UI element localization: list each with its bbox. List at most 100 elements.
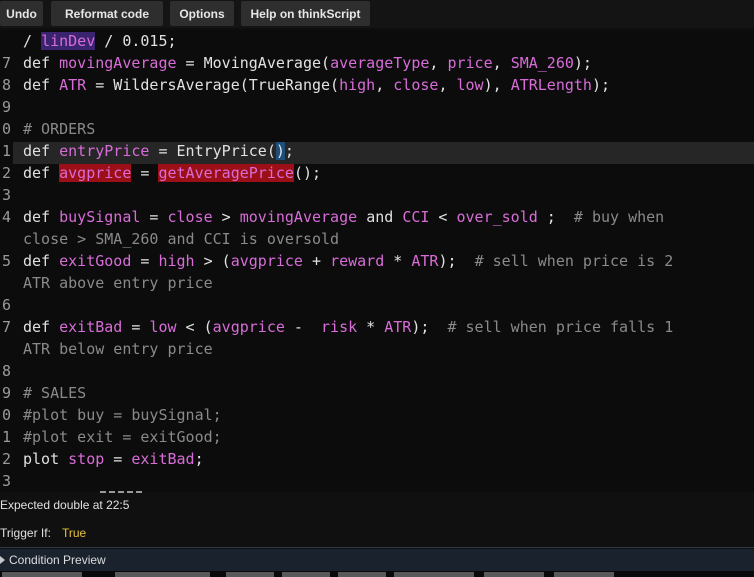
code-token: = WildersAverage(TrueRange( [86,76,340,94]
code-editor[interactable]: 7 8 9 0 1 2 3 4 5 6 7 8 9 0 1 2 3 / linD… [0,30,754,492]
identifier: high [158,252,195,270]
code-token: (); [293,164,322,182]
preview-text-fragment [2,572,82,577]
code-comment: # ORDERS [23,120,96,138]
line-number: 0 [1,406,11,424]
condition-preview-header[interactable]: Condition Preview [0,549,754,571]
identifier: price [447,54,493,72]
code-token: / 0.015; [95,32,177,50]
code-line: def movingAverage = MovingAverage(averag… [23,54,592,72]
identifier: stop [68,450,105,468]
keyword: def [23,164,51,182]
identifier: entryPrice [59,142,150,160]
line-number: 4 [1,208,11,226]
code-line: def ATR = WildersAverage(TrueRange(high,… [23,76,611,94]
keyword: def [23,76,51,94]
line-number: 5 [1,252,11,270]
line-number: 6 [1,296,11,314]
line-number: 0 [1,120,11,138]
keyword: and [366,208,394,226]
line-number: 9 [1,384,11,402]
code-comment: ATR above entry price [23,274,213,292]
preview-text-fragment [226,572,274,577]
preview-text-fragment [282,572,330,577]
line-number: 2 [1,450,11,468]
identifier: low [149,318,177,336]
line-number-gutter: 7 8 9 0 1 2 3 4 5 6 7 8 9 0 1 2 3 [0,30,13,492]
preview-text-fragment [115,572,210,577]
identifier: avgprice [212,318,285,336]
preview-text-fragment [484,572,544,577]
line-number: 7 [1,54,11,72]
line-number: 3 [1,472,11,490]
identifier: over_sold [456,208,538,226]
preview-text-fragment [554,572,614,577]
line-number [0,340,11,362]
identifier: ATR [411,252,439,270]
keyword: def [23,318,51,336]
identifier: buySignal [59,208,141,226]
line-number: 8 [1,362,11,380]
reformat-code-button[interactable]: Reformat code [51,1,163,26]
code-comment: # SALES [23,384,87,402]
line-number: 9 [1,98,11,116]
code-token: ; [194,450,204,468]
code-line: def exitGood = high > (avgprice + reward… [23,252,674,270]
undo-button[interactable]: Undo [0,1,43,26]
options-button[interactable]: Options [170,1,234,26]
editor-toolbar: Undo Reformat code Options Help on think… [0,0,754,28]
preview-text-fragment [394,572,474,577]
highlighted-identifier: linDev [41,32,96,50]
trigger-if-value[interactable]: True [62,526,86,540]
identifier: low [456,76,484,94]
code-line: def buySignal = close > movingAverage an… [23,208,665,226]
keyword: def [23,208,51,226]
code-token: = EntryPrice( [149,142,276,160]
keyword: def [23,54,51,72]
identifier: ATR [59,76,87,94]
line-number: 8 [1,76,11,94]
identifier: ATR [384,318,412,336]
code-token: = [131,164,159,182]
line-number: 1 [1,142,11,160]
expand-triangle-icon[interactable] [0,556,5,564]
identifier: close [393,76,439,94]
code-token: ); [591,76,611,94]
line-number: 3 [1,186,11,204]
code-line: def avgprice = getAveragePrice(); [23,164,321,186]
code-token: = MovingAverage( [176,54,331,72]
code-line: / linDev / 0.015; [23,32,177,54]
code-token: ); [573,54,592,72]
keyword: def [23,142,51,160]
code-token: / [23,32,42,50]
identifier: SMA_260 [510,54,574,72]
identifier: movingAverage [239,208,358,226]
keyword: def [23,252,51,270]
identifier: movingAverage [59,54,177,72]
line-number [0,230,11,252]
line-number: 7 [1,318,11,336]
code-comment: ATR below entry price [23,340,213,358]
code-comment: #plot buy = buySignal; [23,406,222,424]
code-token: ; [284,142,294,160]
panel-divider [0,547,754,548]
line-number [0,274,11,296]
identifier: averageType [330,54,430,72]
bracket-match-highlight: ) [275,142,285,160]
identifier: CCI [402,208,430,226]
error-message: Expected double at 22:5 [0,498,130,512]
identifier: close [167,208,213,226]
line-number: 2 [1,164,11,182]
identifier: high [339,76,376,94]
code-comment: close > SMA_260 and CCI is oversold [23,230,340,248]
condition-preview-title: Condition Preview [9,553,106,567]
identifier: avgprice [230,252,303,270]
resize-handle[interactable] [100,491,142,495]
help-thinkscript-button[interactable]: Help on thinkScript [241,1,370,26]
identifier: ATRLength [510,76,592,94]
code-comment: # sell when price is 2 [474,252,674,270]
code-line: def exitBad = low < (avgprice - risk * A… [23,318,674,336]
preview-text-fragment [338,572,386,577]
code-comment: # buy when [573,208,665,226]
trigger-if-label: Trigger If: [0,526,51,540]
